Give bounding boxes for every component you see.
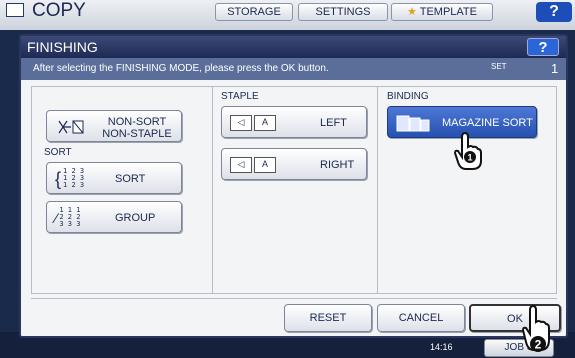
non-sort-label: NON-SORT NON-STAPLE — [102, 116, 172, 140]
reset-button[interactable]: RESET — [284, 304, 372, 332]
dialog-help-button[interactable]: ? — [527, 38, 559, 56]
clock: 14:16 — [430, 342, 453, 352]
set-count: 1 — [551, 61, 559, 76]
finishing-dialog: FINISHING ? After selecting the FINISHIN… — [19, 34, 568, 338]
divider — [31, 298, 557, 299]
svg-text:1: 1 — [467, 153, 472, 163]
group-icon: ∕ 1 1 1 2 2 2 3 3 3 — [55, 206, 81, 228]
binding-section-label: BINDING — [387, 91, 429, 102]
page-icon: A — [254, 115, 276, 131]
cancel-button[interactable]: CANCEL — [377, 304, 465, 332]
non-sort-icon — [57, 119, 87, 135]
staple-left-label: LEFT — [320, 117, 347, 129]
hand-pointer-icon: 2 — [521, 304, 550, 352]
svg-text:2: 2 — [535, 338, 542, 352]
instruction-message: After selecting the FINISHING MODE, plea… — [21, 58, 566, 80]
group-label: GROUP — [115, 212, 156, 224]
staple-left-icon: ◁ — [230, 115, 252, 131]
options-panel: NON-SORT NON-STAPLE SORT { 1 2 3 1 2 3 1… — [31, 86, 557, 294]
divider — [377, 87, 378, 293]
reset-label: RESET — [309, 312, 347, 324]
star-icon: ★ — [407, 6, 417, 18]
magazine-sort-label: MAGAZINE SORT — [442, 117, 533, 129]
staple-right-label: RIGHT — [320, 159, 355, 171]
magazine-icon — [396, 113, 430, 133]
staple-section-label: STAPLE — [221, 91, 259, 102]
non-sort-non-staple-button[interactable]: NON-SORT NON-STAPLE — [46, 110, 182, 142]
tab-template-label: TEMPLATE — [419, 6, 477, 18]
set-label: SET — [491, 62, 507, 71]
sort-section-label: SORT — [44, 147, 72, 158]
divider — [212, 87, 213, 293]
sort-label: SORT — [115, 173, 146, 185]
dialog-title: FINISHING — [21, 36, 566, 58]
app-title: COPY — [32, 0, 86, 21]
sort-icon: { 1 2 3 1 2 3 1 2 3 — [55, 167, 85, 189]
tab-template[interactable]: ★ TEMPLATE — [391, 3, 493, 21]
tab-storage[interactable]: STORAGE — [215, 3, 293, 21]
copy-icon — [6, 3, 24, 17]
help-button[interactable]: ? — [536, 2, 572, 22]
tab-settings[interactable]: SETTINGS — [298, 3, 388, 21]
page-icon: A — [254, 157, 276, 173]
staple-left-button[interactable]: ◁ A LEFT — [221, 106, 367, 138]
group-button[interactable]: ∕ 1 1 1 2 2 2 3 3 3 GROUP — [46, 201, 182, 233]
cancel-label: CANCEL — [398, 312, 444, 324]
staple-right-icon: ◁ — [230, 157, 252, 173]
sort-button[interactable]: { 1 2 3 1 2 3 1 2 3 SORT — [46, 162, 182, 194]
staple-right-button[interactable]: ◁ A RIGHT — [221, 148, 367, 180]
hand-pointer-icon: 1 — [453, 131, 482, 170]
